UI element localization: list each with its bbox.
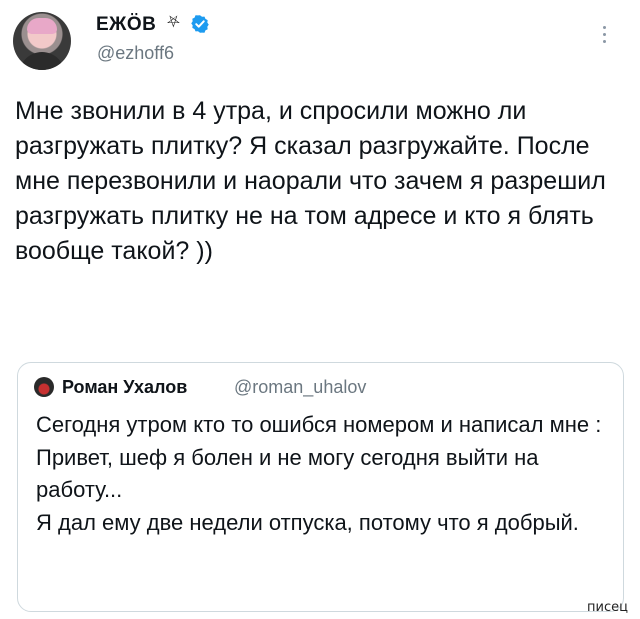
quoted-tweet-card[interactable]: Роман Ухалов @roman_uhalov Сегодня утром… [17, 362, 624, 612]
watermark: писец [587, 600, 628, 615]
author-avatar[interactable] [13, 12, 71, 70]
quote-author-handle[interactable]: @roman_uhalov [234, 377, 366, 398]
author-name[interactable]: ЕЖӦВ [96, 14, 156, 36]
more-options-icon[interactable] [601, 26, 607, 48]
tweet-text: Мне звонили в 4 утра, и спросили можно л… [15, 97, 606, 265]
quote-author-name[interactable]: Роман Ухалов [62, 377, 187, 398]
pentagram-icon: ⛧ [167, 14, 180, 31]
quote-text: Сегодня утром кто то ошибся номером и на… [36, 412, 602, 535]
avatar-body [19, 52, 65, 70]
quote-avatar[interactable] [34, 377, 54, 397]
verified-badge-icon [191, 15, 209, 33]
avatar-hair [27, 18, 57, 34]
author-handle[interactable]: @ezhoff6 [97, 43, 174, 64]
